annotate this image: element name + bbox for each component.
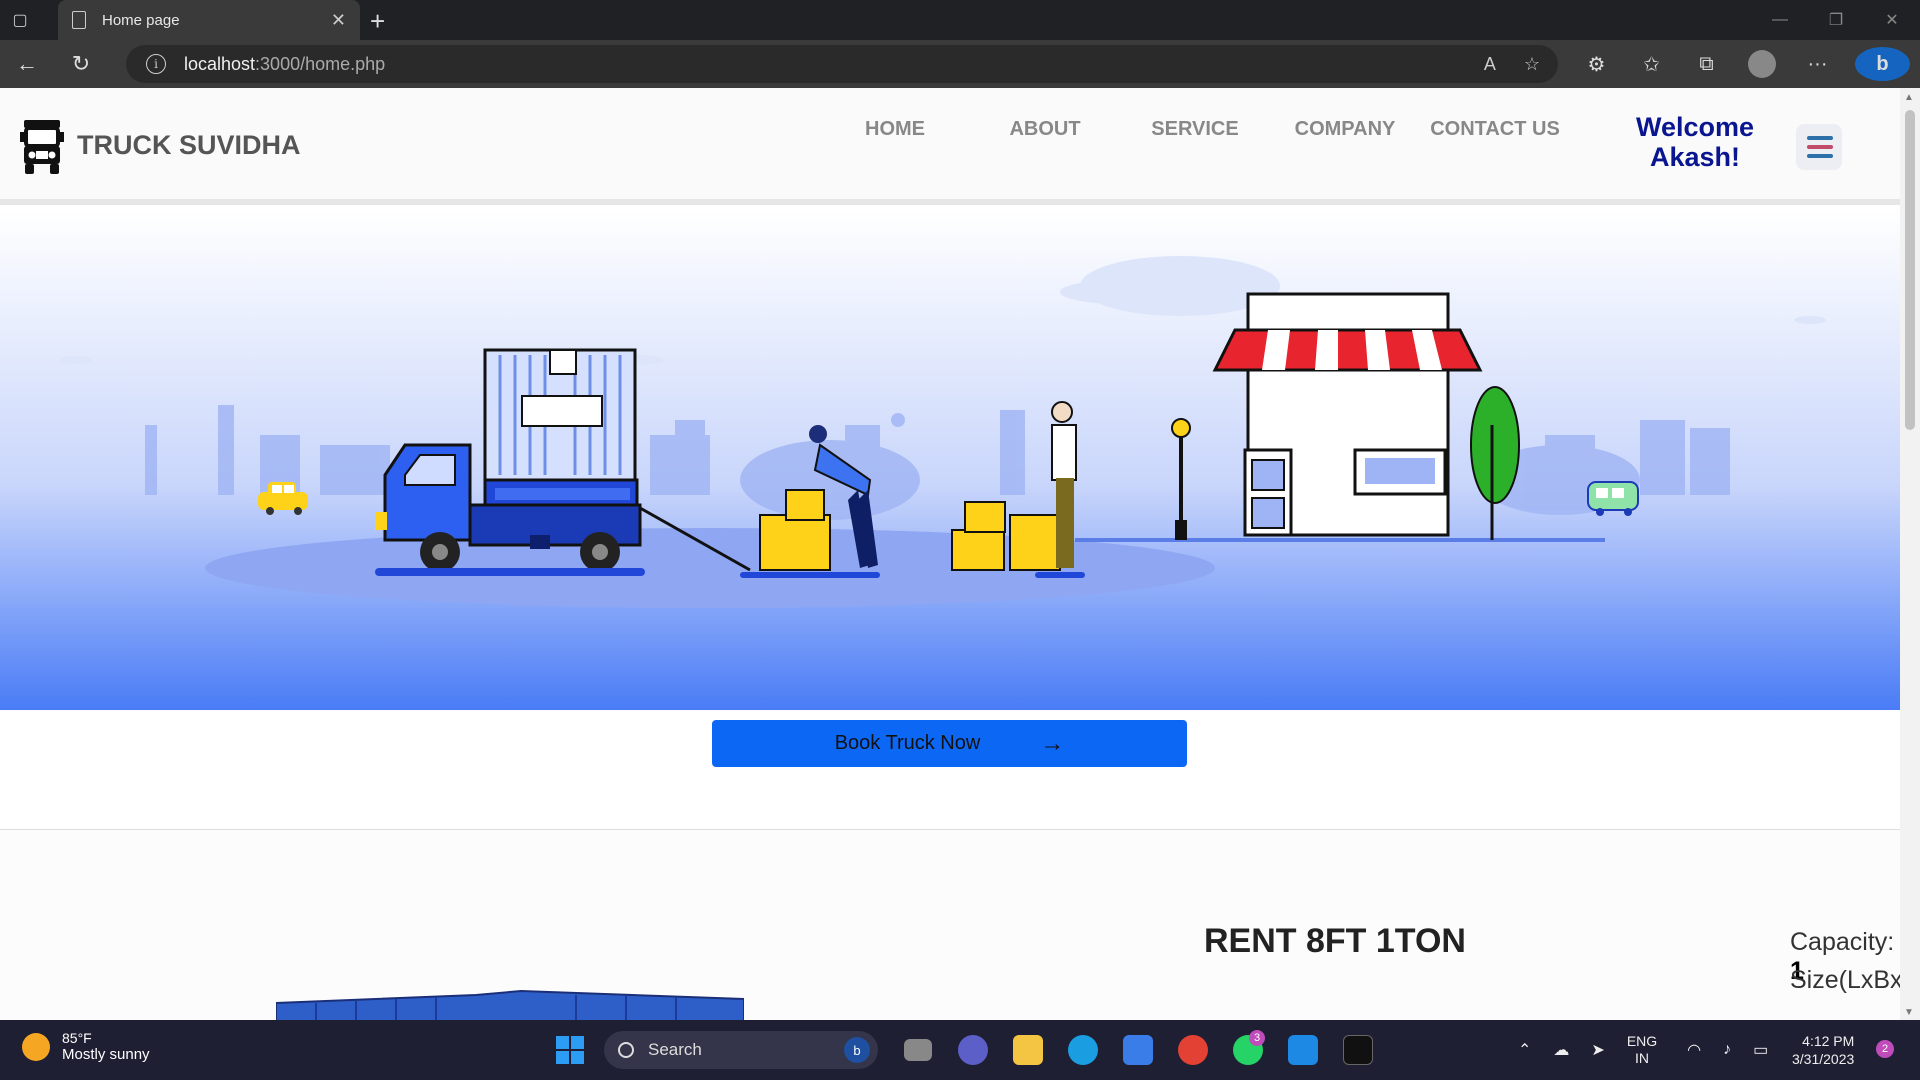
nav-home[interactable]: HOME: [820, 114, 970, 144]
nav-company[interactable]: COMPANY: [1270, 114, 1420, 144]
battery-icon[interactable]: ▭: [1753, 1040, 1768, 1060]
browser-tabbar: ▢ Home page ✕ + — ❐ ✕: [0, 0, 1920, 40]
lang-line1: ENG: [1626, 1033, 1658, 1049]
location-icon[interactable]: ➤: [1591, 1040, 1604, 1060]
nav-contact[interactable]: CONTACT US: [1420, 114, 1570, 144]
page-viewport: TRUCK SUVIDHA HOME ABOUT SERVICE COMPANY…: [0, 88, 1900, 1020]
collections-icon[interactable]: ⧉: [1679, 53, 1734, 76]
profile-avatar[interactable]: [1748, 50, 1776, 78]
site-header: TRUCK SUVIDHA HOME ABOUT SERVICE COMPANY…: [0, 88, 1900, 205]
taskbar-clock[interactable]: 4:12 PM 3/31/2023: [1792, 1032, 1854, 1068]
tab-title: Home page: [102, 11, 180, 29]
more-icon[interactable]: ···: [1790, 53, 1845, 76]
whatsapp-icon[interactable]: 3: [1220, 1030, 1275, 1070]
bing-icon[interactable]: b: [1855, 47, 1910, 81]
restore-icon[interactable]: ❐: [1808, 0, 1864, 40]
weather-temperature: 85°F: [62, 1030, 92, 1046]
microsoft-store-icon[interactable]: [1110, 1030, 1165, 1070]
new-tab-icon[interactable]: +: [370, 6, 385, 37]
capacity-label: Capacity:: [1790, 928, 1895, 956]
url-host: localhost: [184, 53, 256, 74]
close-window-icon[interactable]: ✕: [1864, 0, 1920, 40]
nav-service[interactable]: SERVICE: [1120, 114, 1270, 144]
address-toolbar: ← ↻ i localhost :3000/home.php A ☆ ⚙ ✩ ⧉…: [0, 40, 1920, 88]
lang-line2: IN: [1634, 1050, 1649, 1066]
brand-name[interactable]: TRUCK SUVIDHA: [77, 130, 301, 161]
clock-time: 4:12 PM: [1802, 1033, 1855, 1049]
scroll-down-icon[interactable]: ▼: [1904, 1007, 1914, 1018]
page-scrollbar[interactable]: ▲ ▼: [1900, 88, 1920, 1020]
minimize-icon[interactable]: —: [1752, 0, 1808, 40]
weather-widget[interactable]: 85°F Mostly sunny: [22, 1030, 150, 1063]
whatsapp-badge: 3: [1249, 1030, 1265, 1046]
system-tray: ⌃ ☁ ➤ ENG IN ◠ ♪ ▭: [1518, 1020, 1790, 1080]
chevron-up-icon[interactable]: ⌃: [1518, 1040, 1531, 1060]
onedrive-icon[interactable]: ☁: [1553, 1040, 1569, 1060]
nav-about[interactable]: ABOUT: [970, 114, 1120, 144]
read-aloud-icon[interactable]: A: [1484, 54, 1496, 75]
scrollbar-thumb[interactable]: [1905, 110, 1915, 430]
weather-condition: Mostly sunny: [62, 1046, 150, 1063]
search-icon: [618, 1042, 634, 1058]
hero-illustration: [0, 210, 1900, 710]
refresh-icon[interactable]: ↻: [54, 40, 108, 88]
extensions-icon[interactable]: ⚙: [1569, 52, 1624, 77]
terminal-icon[interactable]: [1330, 1030, 1385, 1070]
language-indicator[interactable]: ENG IN: [1627, 1033, 1657, 1067]
taskbar: 85°F Mostly sunny Search b 3 ⌃ ☁ ➤ ENG I…: [0, 1020, 1920, 1080]
teams-chat-icon[interactable]: [945, 1030, 1000, 1070]
page-icon: [72, 11, 86, 29]
bing-search-icon: b: [844, 1037, 870, 1063]
vscode-icon[interactable]: [1275, 1030, 1330, 1070]
truck-logo-icon: [20, 120, 64, 174]
hamburger-menu-icon[interactable]: [1796, 124, 1842, 170]
book-truck-label: Book Truck Now: [834, 732, 981, 754]
main-nav: HOME ABOUT SERVICE COMPANY CONTACT US: [820, 114, 1570, 144]
clock-date: 3/31/2023: [1792, 1051, 1855, 1067]
book-truck-button[interactable]: Book Truck Now →: [712, 720, 1187, 767]
rental-listing: RENT 8FT 1TON Capacity: 1 Size(LxBxH: [0, 830, 1900, 1020]
arrow-right-icon: →: [1040, 729, 1065, 757]
notification-badge[interactable]: 2: [1876, 1040, 1894, 1058]
volume-icon[interactable]: ♪: [1723, 1041, 1731, 1059]
wifi-icon[interactable]: ◠: [1687, 1040, 1701, 1060]
pinned-apps: 3: [890, 1030, 1385, 1070]
add-favorite-icon[interactable]: ☆: [1524, 54, 1540, 75]
close-tab-icon[interactable]: ✕: [331, 10, 346, 31]
favorites-icon[interactable]: ✩: [1624, 52, 1679, 77]
windows-start-icon[interactable]: [556, 1036, 584, 1064]
file-explorer-icon[interactable]: [1000, 1030, 1055, 1070]
partly-sunny-icon: [22, 1032, 50, 1061]
back-icon[interactable]: ←: [0, 40, 54, 88]
edge-browser-icon[interactable]: [1055, 1030, 1110, 1070]
task-view-icon[interactable]: [890, 1030, 945, 1070]
url-path: :3000/home.php: [255, 53, 386, 74]
browser-tab[interactable]: Home page ✕: [58, 0, 360, 40]
search-label: Search: [648, 1040, 702, 1059]
welcome-message: Welcome Akash!: [1635, 112, 1755, 172]
container-truck-image: [276, 989, 744, 1020]
chrome-icon[interactable]: [1165, 1030, 1220, 1070]
listing-title: RENT 8FT 1TON: [1204, 922, 1466, 960]
tab-actions-icon[interactable]: ▢: [0, 0, 40, 40]
size-spec: Size(LxBxH: [1790, 966, 1900, 994]
scroll-up-icon[interactable]: ▲: [1904, 92, 1914, 103]
taskbar-search[interactable]: Search b: [604, 1031, 878, 1069]
site-info-icon[interactable]: i: [146, 54, 166, 74]
book-bar: Book Truck Now →: [0, 710, 1900, 830]
address-bar[interactable]: i localhost :3000/home.php A ☆: [126, 45, 1558, 83]
